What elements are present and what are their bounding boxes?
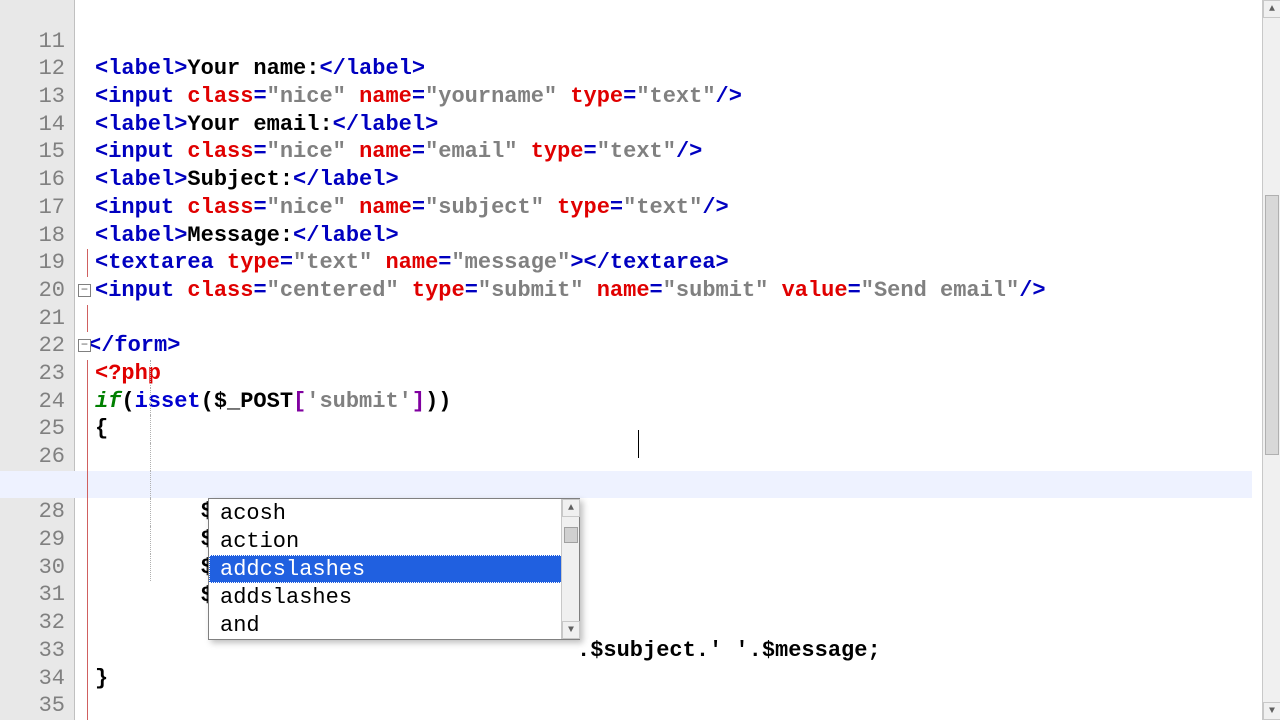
code-editor: 11 <label>Your name:</label> 12 <input c… (0, 0, 1280, 720)
fold-guide (87, 554, 88, 582)
code-line[interactable]: 13 <label>Your email:</label> (0, 55, 1252, 83)
code-line[interactable]: 18 <textarea type="text" name="message">… (0, 194, 1252, 222)
fold-guide (87, 692, 88, 720)
scroll-thumb[interactable] (564, 527, 578, 543)
scroll-down-icon[interactable]: ▼ (562, 621, 580, 639)
code-line[interactable]: 29 (0, 498, 1252, 526)
code-line[interactable]: 35 </div> (0, 665, 1252, 693)
text-caret (638, 430, 639, 458)
scroll-thumb[interactable] (1265, 195, 1279, 455)
fold-toggle-icon[interactable]: − (78, 284, 91, 297)
autocomplete-item[interactable]: addslashes (209, 583, 579, 611)
fold-guide (87, 360, 88, 388)
code-line[interactable]: 32 } (0, 581, 1252, 609)
code-line[interactable]: 33 (0, 609, 1252, 637)
indent-guide (150, 471, 151, 499)
fold-toggle-icon[interactable]: − (78, 339, 91, 352)
fold-guide (87, 305, 88, 333)
indent-guide (150, 415, 151, 443)
autocomplete-item[interactable]: and (209, 611, 579, 639)
fold-guide (87, 471, 88, 499)
code-line[interactable]: 34 ?> (0, 637, 1252, 665)
autocomplete-popup[interactable]: acosh action addcslashes addslashes and … (208, 498, 580, 640)
autocomplete-item-selected[interactable]: addcslashes (209, 555, 579, 583)
code-lines: 11 <label>Your name:</label> 12 <input c… (0, 0, 1252, 720)
fold-guide (87, 388, 88, 416)
indent-guide (150, 498, 151, 526)
code-line[interactable]: 21 − <?php (0, 277, 1252, 305)
fold-guide (87, 581, 88, 609)
code-line[interactable]: 30 .$subject.' '.$message; (0, 526, 1252, 554)
code-line[interactable]: 26 $subject=$_POST['subject']; (0, 415, 1252, 443)
code-line[interactable]: 25 $email=$_POST['email']; (0, 388, 1252, 416)
code-line[interactable]: 24 $name=$_POST['yourname']; (0, 360, 1252, 388)
fold-guide (87, 526, 88, 554)
code-line[interactable]: 27 $message=$_POST['message']; (0, 443, 1252, 471)
fold-guide (87, 415, 88, 443)
fold-guide (87, 443, 88, 471)
code-line[interactable]: 15 <label>Subject:</label> (0, 111, 1252, 139)
fold-guide (87, 249, 88, 277)
code-line[interactable]: 31 (0, 554, 1252, 582)
code-line[interactable]: 16 <input class="nice" name="subject" ty… (0, 138, 1252, 166)
code-line-current[interactable]: 28 $ad (0, 471, 1252, 499)
code-line[interactable]: 20 </form> (0, 249, 1252, 277)
scroll-up-icon[interactable]: ▲ (1263, 0, 1280, 18)
code-line[interactable]: 22 if(isset($_POST['submit'])) (0, 305, 1252, 333)
indent-guide (150, 554, 151, 582)
scroll-down-icon[interactable]: ▼ (1263, 702, 1280, 720)
autocomplete-scrollbar[interactable]: ▲ ▼ (561, 499, 579, 639)
code-line[interactable]: 19 <input class="centered" type="submit"… (0, 222, 1252, 250)
code-line[interactable]: 11 <label>Your name:</label> (0, 0, 1252, 28)
editor-scrollbar[interactable]: ▲ ▼ (1262, 0, 1280, 720)
autocomplete-item[interactable]: acosh (209, 499, 579, 527)
code-line[interactable]: 17 <label>Message:</label> (0, 166, 1252, 194)
code-line[interactable]: 14 <input class="nice" name="email" type… (0, 83, 1252, 111)
indent-guide (150, 443, 151, 471)
indent-guide (150, 526, 151, 554)
scroll-up-icon[interactable]: ▲ (562, 499, 580, 517)
indent-guide (150, 388, 151, 416)
code-line[interactable]: 23 − { (0, 332, 1252, 360)
code-line[interactable]: 36 </body> (0, 692, 1252, 720)
fold-guide (87, 609, 88, 637)
code-line[interactable]: 12 <input class="nice" name="yourname" t… (0, 28, 1252, 56)
fold-guide (87, 637, 88, 665)
fold-guide (87, 665, 88, 693)
fold-guide (87, 498, 88, 526)
indent-guide (150, 360, 151, 388)
autocomplete-item[interactable]: action (209, 527, 579, 555)
